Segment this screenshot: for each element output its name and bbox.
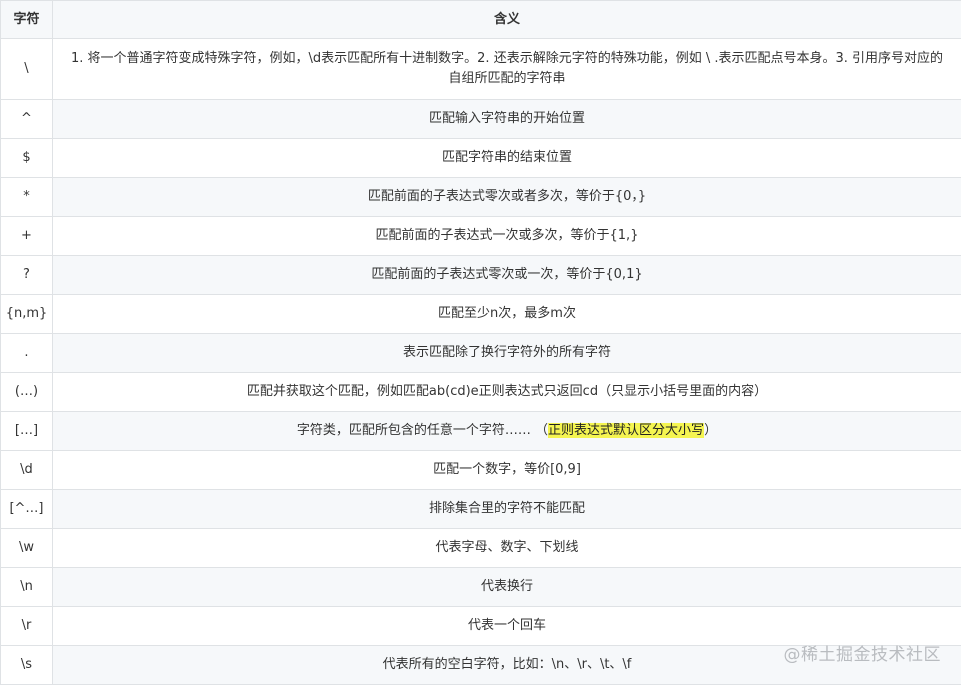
meaning-cell: 代表字母、数字、下划线 bbox=[52, 528, 961, 568]
char-cell: \r bbox=[0, 606, 53, 646]
char-cell: ? bbox=[0, 255, 53, 295]
meaning-cell: 匹配输入字符串的开始位置 bbox=[52, 99, 961, 139]
header-char: 字符 bbox=[0, 0, 53, 39]
char-cell: ^ bbox=[0, 99, 53, 139]
char-cell: \ bbox=[0, 38, 53, 100]
meaning-cell: 排除集合里的字符不能匹配 bbox=[52, 489, 961, 529]
header-meaning: 含义 bbox=[52, 0, 961, 39]
meaning-cell: 匹配并获取这个匹配，例如匹配ab(cd)e正则表达式只返回cd（只显示小括号里面… bbox=[52, 372, 961, 412]
meaning-cell: 匹配字符串的结束位置 bbox=[52, 138, 961, 178]
highlighted-text: 正则表达式默认区分大小写 bbox=[548, 423, 705, 438]
table-row: \s 代表所有的空白字符，比如：\n、\r、\t、\f bbox=[0, 645, 961, 685]
char-cell: + bbox=[0, 216, 53, 256]
char-cell: (…) bbox=[0, 372, 53, 412]
table-header-row: 字符 含义 bbox=[0, 0, 961, 39]
char-cell: \d bbox=[0, 450, 53, 490]
meaning-cell: 匹配前面的子表达式一次或多次，等价于{1,} bbox=[52, 216, 961, 256]
table-row: \n 代表换行 bbox=[0, 567, 961, 607]
char-cell: \s bbox=[0, 645, 53, 685]
table-row: ^ 匹配输入字符串的开始位置 bbox=[0, 99, 961, 139]
meaning-cell: 匹配前面的子表达式零次或一次，等价于{0,1} bbox=[52, 255, 961, 295]
char-cell: [^…] bbox=[0, 489, 53, 529]
meaning-cell: 匹配至少n次，最多m次 bbox=[52, 294, 961, 334]
meaning-text: 字符类，匹配所包含的任意一个字符…… （ bbox=[296, 423, 549, 438]
table-row: $ 匹配字符串的结束位置 bbox=[0, 138, 961, 178]
meaning-cell: 匹配前面的子表达式零次或者多次，等价于{0，} bbox=[52, 177, 961, 217]
meaning-cell: 匹配一个数字，等价[0,9] bbox=[52, 450, 961, 490]
table-row: \w 代表字母、数字、下划线 bbox=[0, 528, 961, 568]
regex-reference-table: 字符 含义 \ 1. 将一个普通字符变成特殊字符，例如，\d表示匹配所有十进制数… bbox=[0, 0, 961, 685]
table-row: * 匹配前面的子表达式零次或者多次，等价于{0，} bbox=[0, 177, 961, 217]
meaning-cell: 代表换行 bbox=[52, 567, 961, 607]
meaning-text-after: ） bbox=[704, 423, 718, 438]
table-row: \ 1. 将一个普通字符变成特殊字符，例如，\d表示匹配所有十进制数字。2. 还… bbox=[0, 38, 961, 100]
table-row: ? 匹配前面的子表达式零次或一次，等价于{0,1} bbox=[0, 255, 961, 295]
char-cell: {n,m} bbox=[0, 294, 53, 334]
meaning-cell: 代表所有的空白字符，比如：\n、\r、\t、\f bbox=[52, 645, 961, 685]
meaning-cell: 1. 将一个普通字符变成特殊字符，例如，\d表示匹配所有十进制数字。2. 还表示… bbox=[52, 38, 961, 100]
table-row: \d 匹配一个数字，等价[0,9] bbox=[0, 450, 961, 490]
table-row: [^…] 排除集合里的字符不能匹配 bbox=[0, 489, 961, 529]
table-row: + 匹配前面的子表达式一次或多次，等价于{1,} bbox=[0, 216, 961, 256]
char-cell: […] bbox=[0, 411, 53, 451]
char-cell: \n bbox=[0, 567, 53, 607]
meaning-cell: 字符类，匹配所包含的任意一个字符…… （正则表达式默认区分大小写） bbox=[52, 411, 961, 451]
meaning-cell: 表示匹配除了换行字符外的所有字符 bbox=[52, 333, 961, 373]
char-cell: * bbox=[0, 177, 53, 217]
meaning-cell: 代表一个回车 bbox=[52, 606, 961, 646]
table-row: (…) 匹配并获取这个匹配，例如匹配ab(cd)e正则表达式只返回cd（只显示小… bbox=[0, 372, 961, 412]
table-row: […] 字符类，匹配所包含的任意一个字符…… （正则表达式默认区分大小写） bbox=[0, 411, 961, 451]
table-row: . 表示匹配除了换行字符外的所有字符 bbox=[0, 333, 961, 373]
table-row: \r 代表一个回车 bbox=[0, 606, 961, 646]
char-cell: $ bbox=[0, 138, 53, 178]
char-cell: . bbox=[0, 333, 53, 373]
table-row: {n,m} 匹配至少n次，最多m次 bbox=[0, 294, 961, 334]
char-cell: \w bbox=[0, 528, 53, 568]
